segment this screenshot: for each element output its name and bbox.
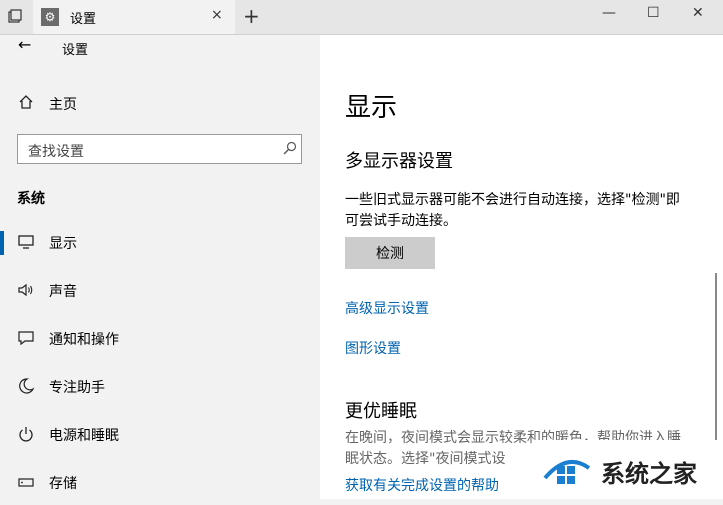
- speaker-icon: [18, 283, 33, 297]
- back-button[interactable]: ←: [18, 35, 31, 54]
- multi-display-description: 一些旧式显示器可能不会进行自动连接，选择"检测"即可尝试手动连接。: [345, 192, 680, 229]
- settings-tab[interactable]: ⚙ 设置 ×: [33, 0, 235, 34]
- sidebar-item-label: 声音: [49, 284, 77, 300]
- watermark-logo-icon: [543, 459, 591, 484]
- scrollbar[interactable]: [715, 273, 717, 453]
- multi-display-heading: 多显示器设置: [345, 151, 453, 172]
- home-icon[interactable]: [18, 94, 34, 110]
- sidebar-item-label: 显示: [49, 236, 77, 252]
- tab-preview-icon[interactable]: [8, 9, 22, 23]
- power-icon: [19, 427, 33, 442]
- advanced-display-link[interactable]: 高级显示设置: [345, 298, 429, 318]
- moon-icon: [19, 378, 35, 394]
- sidebar-title: 设置: [62, 43, 89, 58]
- watermark-text: 系统之家: [601, 460, 697, 488]
- page-title: 显示: [345, 93, 398, 123]
- main-content: 显示 多显示器设置 一些旧式显示器可能不会进行自动连接，选择"检测"即可尝试手动…: [320, 35, 723, 499]
- gear-icon: ⚙: [41, 8, 59, 26]
- maximize-button[interactable]: ☐: [647, 5, 660, 21]
- sidebar-item-label: 通知和操作: [49, 332, 119, 348]
- search-icon[interactable]: [283, 141, 297, 155]
- watermark: 系统之家: [533, 440, 723, 499]
- sidebar-item-display[interactable]: 显示: [0, 221, 320, 265]
- section-label-system: 系统: [17, 191, 45, 207]
- help-link[interactable]: 获取有关完成设置的帮助: [345, 475, 499, 495]
- notification-icon: [18, 331, 34, 346]
- sidebar-item-storage[interactable]: 存储: [0, 461, 320, 505]
- close-tab-icon[interactable]: ×: [211, 7, 223, 23]
- sidebar-item-home[interactable]: 主页: [49, 94, 77, 114]
- graphics-settings-link[interactable]: 图形设置: [345, 338, 401, 358]
- detect-button[interactable]: 检测: [345, 237, 435, 269]
- close-window-button[interactable]: ✕: [692, 5, 704, 21]
- active-indicator: [0, 231, 4, 255]
- search-placeholder: 查找设置: [28, 144, 84, 160]
- title-bar: ⚙ 设置 × + — ☐ ✕: [0, 0, 723, 35]
- new-tab-button[interactable]: +: [243, 4, 260, 28]
- search-input[interactable]: 查找设置: [17, 134, 302, 164]
- sidebar-item-sound[interactable]: 声音: [0, 269, 320, 313]
- sidebar-item-label: 存储: [49, 476, 77, 492]
- sidebar: ← 设置 主页 查找设置 系统 显示 声音 通知和操作 专注助手 电源和睡眠 存…: [0, 35, 320, 499]
- monitor-icon: [18, 235, 34, 249]
- sidebar-item-label: 专注助手: [49, 380, 105, 396]
- tab-title: 设置: [70, 12, 97, 27]
- sidebar-item-power[interactable]: 电源和睡眠: [0, 413, 320, 457]
- sidebar-item-focus-assist[interactable]: 专注助手: [0, 365, 320, 409]
- storage-icon: [18, 478, 34, 487]
- sidebar-item-notifications[interactable]: 通知和操作: [0, 317, 320, 361]
- minimize-button[interactable]: —: [602, 5, 616, 21]
- sidebar-item-label: 电源和睡眠: [49, 428, 119, 444]
- sleep-heading: 更优睡眠: [345, 401, 417, 422]
